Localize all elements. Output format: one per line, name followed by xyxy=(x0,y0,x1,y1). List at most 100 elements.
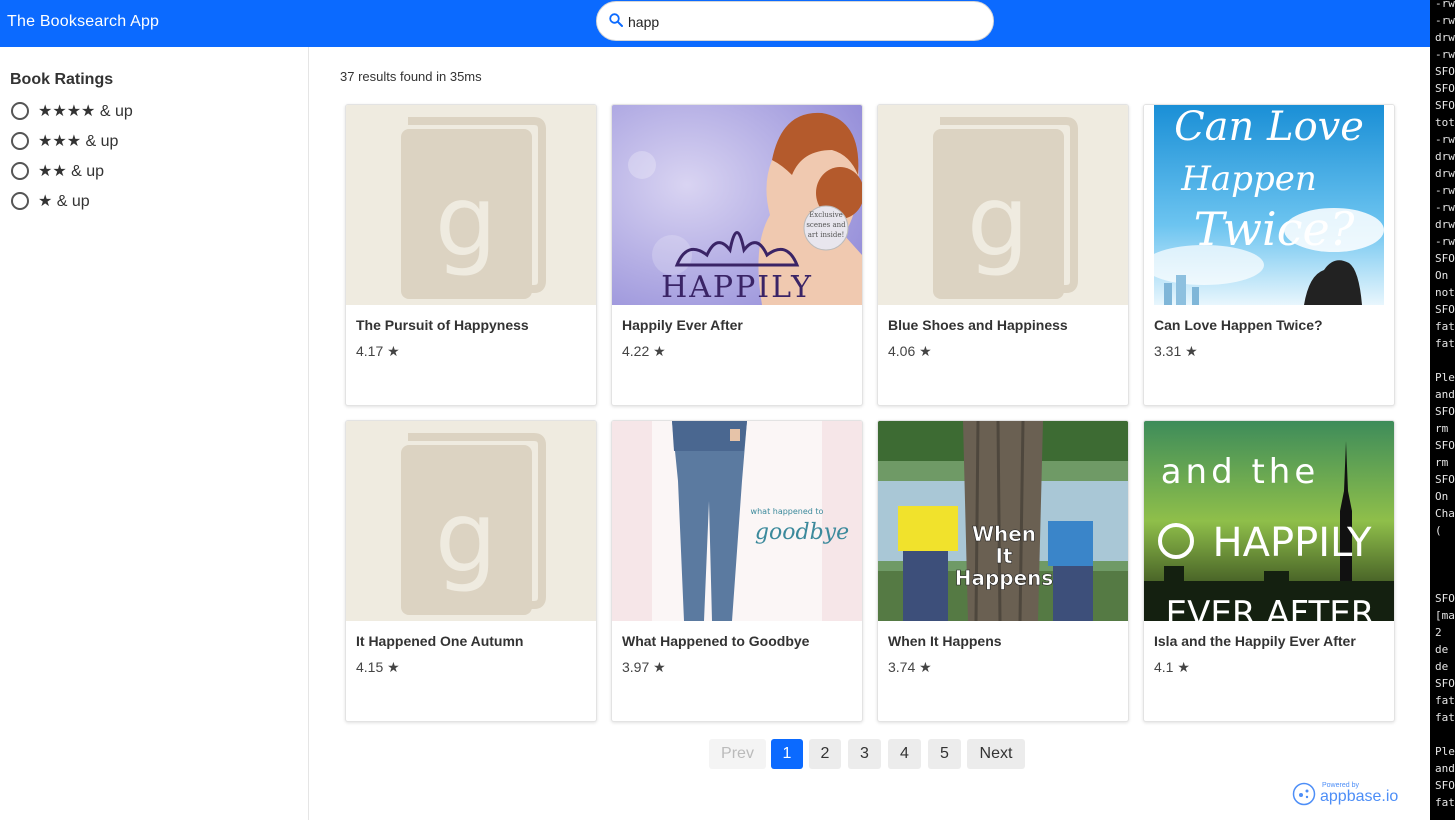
cover-title-text: EVER AFTER xyxy=(1166,594,1375,621)
cover-badge-text: scenes and xyxy=(806,221,846,229)
book-card[interactable]: Exclusive scenes and art inside! HAPPILY… xyxy=(611,104,863,406)
pagination: Prev 1 2 3 4 5 Next xyxy=(0,739,1430,769)
terminal-line: -rw xyxy=(1435,133,1455,146)
book-cover-placeholder: g xyxy=(346,105,596,305)
book-cover-placeholder: g xyxy=(878,105,1128,305)
radio-button[interactable] xyxy=(11,162,29,180)
terminal-line: fat xyxy=(1435,796,1455,809)
terminal-line: -rw xyxy=(1435,14,1455,27)
book-cover-image: and the HAPPILY EVER AFTER xyxy=(1144,421,1394,621)
app-title[interactable]: The Booksearch App xyxy=(7,13,159,31)
book-title[interactable]: When It Happens xyxy=(888,633,1118,649)
book-card[interactable]: g The Pursuit of Happyness 4.17 ★ xyxy=(345,104,597,406)
book-title[interactable]: Can Love Happen Twice? xyxy=(1154,317,1384,333)
terminal-line: fat xyxy=(1435,337,1455,350)
cover-badge-text: art inside! xyxy=(808,231,845,239)
book-cover-image: Exclusive scenes and art inside! HAPPILY xyxy=(612,105,862,305)
terminal-line: not xyxy=(1435,286,1455,299)
svg-text:g: g xyxy=(435,481,497,595)
svg-text:g: g xyxy=(967,165,1029,279)
book-cover-placeholder: g xyxy=(346,421,596,621)
cover-title-text: and the xyxy=(1161,452,1320,492)
terminal-line: drw xyxy=(1435,150,1455,163)
book-title[interactable]: Blue Shoes and Happiness xyxy=(888,317,1118,333)
powered-by-badge[interactable]: Powered by appbase.io xyxy=(1292,780,1398,808)
page-button-3[interactable]: 3 xyxy=(848,739,881,769)
book-cover-image: what happened to goodbye xyxy=(612,421,862,621)
page-button-4[interactable]: 4 xyxy=(888,739,921,769)
rating-label: ★★ & up xyxy=(38,163,105,180)
appbase-logo-icon xyxy=(1292,782,1316,806)
ratings-heading: Book Ratings xyxy=(10,71,114,88)
terminal-line: drw xyxy=(1435,167,1455,180)
search-icon xyxy=(609,13,623,27)
terminal-line: SFO xyxy=(1435,592,1455,605)
terminal-line: 2 xyxy=(1435,626,1442,639)
terminal-line: SFO xyxy=(1435,252,1455,265)
terminal-line: drw xyxy=(1435,31,1455,44)
terminal-line: drw xyxy=(1435,218,1455,231)
rating-option-1[interactable]: ★ & up xyxy=(11,190,90,212)
page-button-5[interactable]: 5 xyxy=(928,739,961,769)
search-box[interactable] xyxy=(596,1,994,41)
terminal-line: de xyxy=(1435,643,1449,656)
book-card[interactable]: what happened to goodbye What Happened t… xyxy=(611,420,863,722)
radio-button[interactable] xyxy=(11,102,29,120)
terminal-line: [ma xyxy=(1435,609,1455,622)
book-card[interactable]: and the HAPPILY EVER AFTER Isla and the … xyxy=(1143,420,1395,722)
rating-option-3[interactable]: ★★★ & up xyxy=(11,130,118,152)
cover-badge-text: Exclusive xyxy=(809,211,843,219)
book-rating: 4.17 ★ xyxy=(356,343,400,359)
page-button-2[interactable]: 2 xyxy=(809,739,841,769)
sidebar: Book Ratings ★★★★ & up ★★★ & up ★★ & up … xyxy=(0,47,309,820)
terminal-line: ( xyxy=(1435,524,1442,537)
radio-button[interactable] xyxy=(11,132,29,150)
terminal-line: Cha xyxy=(1435,507,1455,520)
results-summary: 37 results found in 35ms xyxy=(340,69,482,84)
terminal-line: SFO xyxy=(1435,99,1455,112)
book-rating: 4.22 ★ xyxy=(622,343,666,359)
terminal-line: rm xyxy=(1435,422,1449,435)
next-button[interactable]: Next xyxy=(967,739,1025,769)
top-bar: The Booksearch App xyxy=(0,0,1430,47)
cover-title-text: Happen xyxy=(1180,159,1316,199)
book-card[interactable]: g Blue Shoes and Happiness 4.06 ★ xyxy=(877,104,1129,406)
book-title[interactable]: The Pursuit of Happyness xyxy=(356,317,586,333)
book-title[interactable]: What Happened to Goodbye xyxy=(622,633,852,649)
cover-title-text: goodbye xyxy=(755,520,849,545)
terminal-line: tot xyxy=(1435,116,1455,129)
book-rating: 3.97 ★ xyxy=(622,659,666,675)
cover-title-text: It xyxy=(995,544,1012,568)
book-title[interactable]: Isla and the Happily Ever After xyxy=(1154,633,1384,649)
rating-option-2[interactable]: ★★ & up xyxy=(11,160,104,182)
terminal-line: -rw xyxy=(1435,184,1455,197)
book-rating: 4.1 ★ xyxy=(1154,659,1190,675)
prev-button[interactable]: Prev xyxy=(709,739,766,769)
cover-title-text: Happens xyxy=(955,566,1054,590)
terminal-line: -rw xyxy=(1435,48,1455,61)
book-title[interactable]: Happily Ever After xyxy=(622,317,852,333)
radio-button[interactable] xyxy=(11,192,29,210)
terminal-line: fat xyxy=(1435,711,1455,724)
book-title[interactable]: It Happened One Autumn xyxy=(356,633,586,649)
terminal-line: and xyxy=(1435,762,1455,775)
cover-title-text: HAPPILY xyxy=(1213,520,1372,566)
svg-text:g: g xyxy=(435,165,497,279)
terminal-window-edge: -rw -rw drw -rw SFO SFO SFO tot -rw drw drw -rw -rw d… xyxy=(1430,0,1455,820)
cover-subtitle-text: what happened to xyxy=(751,507,824,516)
terminal-line: SFO xyxy=(1435,439,1455,452)
terminal-line: rm xyxy=(1435,456,1449,469)
book-card[interactable]: When It Happens When It Happens 3.74 ★ xyxy=(877,420,1129,722)
cover-title-text: Twice? xyxy=(1194,202,1355,256)
book-card[interactable]: g It Happened One Autumn 4.15 ★ xyxy=(345,420,597,722)
terminal-line: -rw xyxy=(1435,201,1455,214)
rating-option-4[interactable]: ★★★★ & up xyxy=(11,100,133,122)
book-rating: 4.15 ★ xyxy=(356,659,400,675)
search-input[interactable] xyxy=(628,11,968,33)
rating-label: ★ & up xyxy=(38,193,90,210)
book-rating: 3.31 ★ xyxy=(1154,343,1198,359)
page-button-1[interactable]: 1 xyxy=(771,739,803,769)
cover-title-text: Can Love xyxy=(1174,105,1364,150)
book-card[interactable]: Can Love Happen Twice? Can Love Happen T… xyxy=(1143,104,1395,406)
rating-label: ★★★ & up xyxy=(38,133,119,150)
